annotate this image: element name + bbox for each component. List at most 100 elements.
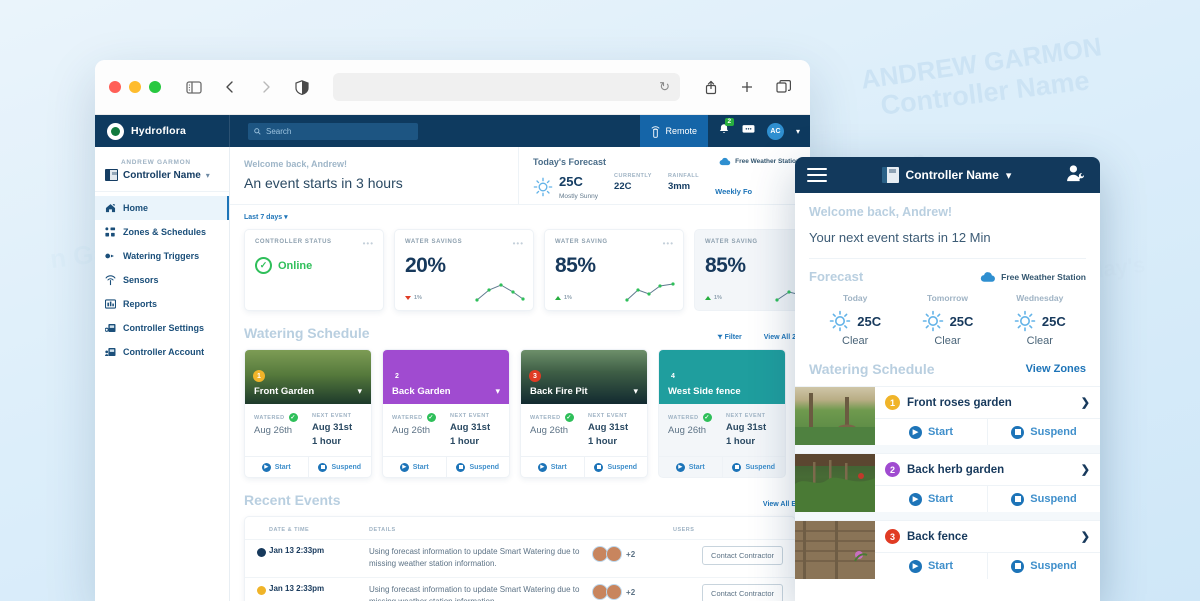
back-icon[interactable]	[217, 74, 243, 100]
table-header: DATE & TIME DETAILS USERS	[245, 525, 795, 539]
chevron-down-icon[interactable]: ▾	[357, 386, 362, 397]
forecast-condition: Mostly Sunny	[559, 193, 599, 200]
next-event-label: NEXT EVENT	[450, 413, 490, 419]
chevron-down-icon[interactable]: ▾	[206, 171, 210, 180]
zone-name: Front Garden	[254, 386, 315, 397]
zone-card[interactable]: 2 Back Garden ▾ WATERED ✓ Aug 26th NEXT E…	[382, 349, 510, 478]
next-event-duration: 1 hour	[450, 436, 480, 447]
card-menu-icon[interactable]: •••	[513, 239, 524, 248]
view-all-zones-link[interactable]: View All 2	[764, 334, 796, 341]
zone-card[interactable]: 4 West Side fence WATERED ✓ Aug 26th NEXT…	[658, 349, 786, 478]
sidebar-item-controller-account[interactable]: Controller Account	[95, 340, 229, 364]
remote-button[interactable]: Remote	[640, 115, 708, 147]
zone-card[interactable]: 3 Back Fire Pit ▾ WATERED ✓ Aug 26th NEXT…	[520, 349, 648, 478]
zone-start-button[interactable]: ▶ Start	[875, 486, 987, 512]
zone-suspend-button[interactable]: Suspend	[583, 457, 648, 477]
filter-button[interactable]: Filter	[717, 334, 742, 341]
zone-suspend-button[interactable]: Suspend	[445, 457, 510, 477]
zone-name: Back herb garden	[907, 463, 1005, 476]
minimize-window-button[interactable]	[129, 81, 141, 93]
card-menu-icon[interactable]: •••	[363, 239, 374, 248]
share-icon[interactable]	[698, 74, 724, 100]
tabs-overview-icon[interactable]	[770, 74, 796, 100]
contact-contractor-button[interactable]: Contact Contractor	[702, 546, 783, 565]
chevron-down-icon[interactable]: ▾	[495, 386, 500, 397]
traffic-lights[interactable]	[109, 81, 161, 93]
forward-icon[interactable]	[253, 74, 279, 100]
day-temp: 25C	[1041, 313, 1066, 329]
sidebar-nav: Home Zones & Schedules Watering Triggers	[95, 192, 229, 364]
zone-start-button[interactable]: ▶ Start	[521, 457, 584, 477]
zone-start-button[interactable]: ▶ Start	[383, 457, 446, 477]
maximize-window-button[interactable]	[149, 81, 161, 93]
zone-start-button[interactable]: ▶ Start	[659, 457, 722, 477]
zone-suspend-button[interactable]: Suspend	[987, 419, 1100, 445]
day-temp: 25C	[949, 313, 974, 329]
controller-account-icon	[105, 347, 116, 358]
chart-icon	[105, 299, 116, 310]
weather-station-link[interactable]: Free Weather Station	[719, 157, 800, 166]
shield-icon[interactable]	[289, 74, 315, 100]
address-bar[interactable]: ↻	[333, 73, 680, 101]
new-tab-button[interactable]	[734, 74, 760, 100]
avatar	[606, 546, 623, 562]
sidebar-item-zones-and-schedules[interactable]: Zones & Schedules	[95, 220, 229, 244]
stat-card-water-saving-2[interactable]: WATER SAVING ••• 85% 1%	[544, 229, 684, 311]
chevron-right-icon[interactable]: ❯	[1081, 396, 1090, 409]
brand-logo[interactable]: Hydroflora	[95, 115, 230, 147]
stat-delta: 1%	[705, 295, 722, 301]
range-filter-dropdown[interactable]: Last 7 days ▾	[244, 213, 810, 221]
mobile-zone-row[interactable]: 2 Back herb garden ❯ ▶ Start Suspend	[795, 453, 1100, 512]
mobile-panel: Controller Name ▾ Welcome back, Andrew! …	[795, 157, 1100, 601]
stop-icon	[732, 462, 742, 472]
notifications-button[interactable]: 2	[718, 118, 734, 140]
zone-suspend-button[interactable]: Suspend	[987, 486, 1100, 512]
chevron-down-icon[interactable]: ▾	[796, 127, 800, 136]
controller-selector[interactable]: Controller Name ▾	[105, 169, 219, 181]
hamburger-icon[interactable]	[807, 164, 827, 186]
zone-card[interactable]: 1 Front Garden ▾ WATERED ✓ Aug 26th NEXT …	[244, 349, 372, 478]
chevron-down-icon[interactable]: ▾	[633, 386, 638, 397]
watered-label: WATERED	[392, 414, 423, 421]
sidebar-item-watering-triggers[interactable]: Watering Triggers	[95, 244, 229, 268]
search-input[interactable]: Search	[248, 122, 418, 140]
user-settings-icon[interactable]	[1066, 164, 1088, 187]
sidebar-toggle-icon[interactable]	[181, 74, 207, 100]
sidebar-item-home[interactable]: Home	[95, 196, 229, 220]
zone-suspend-button[interactable]: Suspend	[721, 457, 786, 477]
stat-card-controller-status[interactable]: CONTROLLER STATUS ••• ✓ Online	[244, 229, 384, 311]
contact-contractor-button[interactable]: Contact Contractor	[702, 584, 783, 601]
forecast-rainfall: RAINFALL 3mm	[668, 173, 699, 192]
day-condition: Clear	[842, 335, 869, 347]
sidebar-item-reports[interactable]: Reports	[95, 292, 229, 316]
sidebar-item-controller-settings[interactable]: Controller Settings	[95, 316, 229, 340]
zone-suspend-button[interactable]: Suspend	[987, 553, 1100, 579]
chevron-right-icon[interactable]: ❯	[1081, 530, 1090, 543]
zone-start-button[interactable]: ▶ Start	[875, 553, 987, 579]
day-name: Tomorrow	[927, 293, 968, 303]
chevron-right-icon[interactable]: ❯	[1081, 463, 1090, 476]
event-status-dot	[257, 586, 266, 596]
view-zones-link[interactable]: View Zones	[1026, 363, 1086, 375]
zone-suspend-button[interactable]: Suspend	[307, 457, 372, 477]
mobile-controller-selector[interactable]: Controller Name ▾	[827, 167, 1066, 183]
zone-start-button[interactable]: ▶ Start	[245, 457, 308, 477]
weekly-forecast-link[interactable]: Weekly Fo	[715, 187, 752, 196]
reload-icon[interactable]: ↻	[659, 79, 670, 95]
mobile-zone-row[interactable]: 1 Front roses garden ❯ ▶ Start Suspend	[795, 386, 1100, 445]
avatar[interactable]: AC	[766, 122, 784, 140]
mobile-zone-row[interactable]: 3 Back fence ❯ ▶ Start Suspend	[795, 520, 1100, 579]
card-menu-icon[interactable]: •••	[663, 239, 674, 248]
messages-button[interactable]	[742, 122, 755, 140]
table-row[interactable]: Jan 13 2:33pm Using forecast information…	[245, 539, 795, 577]
close-window-button[interactable]	[109, 81, 121, 93]
zone-start-button[interactable]: ▶ Start	[875, 419, 987, 445]
stat-card-water-savings[interactable]: WATER SAVINGS ••• 20% 1%	[394, 229, 534, 311]
sidebar-item-sensors[interactable]: Sensors	[95, 268, 229, 292]
view-all-events-link[interactable]: View All E	[763, 501, 796, 508]
trend-up-icon	[555, 296, 561, 300]
chevron-down-icon[interactable]: ▾	[1006, 169, 1012, 182]
stat-card-water-saving-3[interactable]: WATER SAVING 85% 1%	[694, 229, 810, 311]
mobile-weather-station-link[interactable]: Free Weather Station	[980, 271, 1086, 283]
table-row[interactable]: Jan 13 2:33pm Using forecast information…	[245, 577, 795, 601]
